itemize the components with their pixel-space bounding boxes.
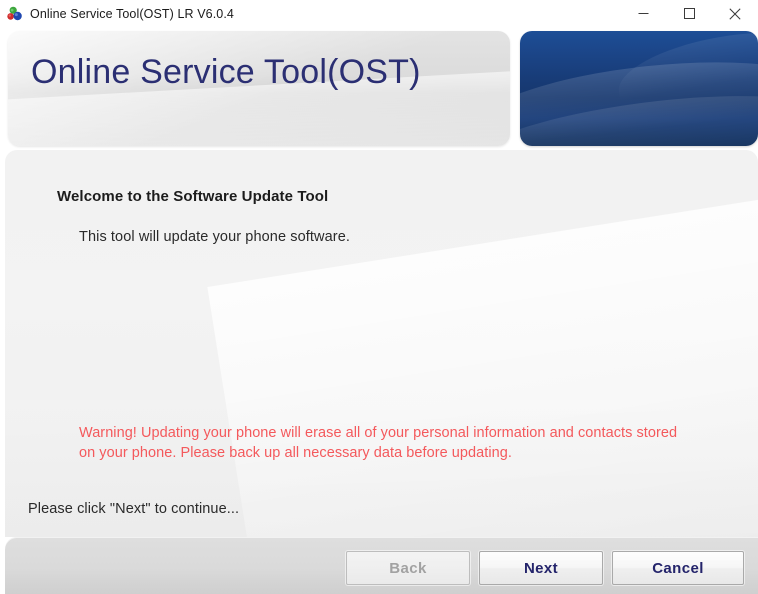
close-icon bbox=[729, 7, 741, 20]
welcome-heading: Welcome to the Software Update Tool bbox=[57, 188, 329, 205]
window-title: Online Service Tool(OST) LR V6.0.4 bbox=[30, 6, 234, 21]
maximize-button[interactable] bbox=[666, 0, 712, 27]
close-button[interactable] bbox=[712, 0, 758, 27]
cancel-button[interactable]: Cancel bbox=[612, 551, 744, 585]
maximize-icon bbox=[683, 8, 695, 19]
back-button[interactable]: Back bbox=[346, 551, 470, 585]
continue-instruction: Please click "Next" to continue... bbox=[28, 501, 240, 517]
welcome-subtext: This tool will update your phone softwar… bbox=[79, 229, 350, 245]
molecule-spheres-icon bbox=[7, 6, 23, 22]
window-controls bbox=[620, 0, 758, 27]
background-swoosh bbox=[207, 157, 758, 537]
warning-message: Warning! Updating your phone will erase … bbox=[79, 425, 678, 461]
page-title: Online Service Tool(OST) bbox=[31, 53, 421, 91]
next-button[interactable]: Next bbox=[479, 551, 603, 585]
application-window: Online Service Tool(OST) LR V6.0.4 Onlin… bbox=[0, 0, 758, 594]
footer-button-bar: Back Next Cancel bbox=[5, 537, 758, 594]
header-title-panel: Online Service Tool(OST) bbox=[8, 31, 510, 146]
minimize-icon bbox=[638, 13, 648, 14]
minimize-button[interactable] bbox=[620, 0, 666, 27]
header-band: Online Service Tool(OST) bbox=[0, 27, 758, 150]
title-bar: Online Service Tool(OST) LR V6.0.4 bbox=[0, 0, 758, 27]
header-brand-banner bbox=[520, 31, 758, 146]
content-panel: Welcome to the Software Update Tool This… bbox=[5, 150, 758, 537]
